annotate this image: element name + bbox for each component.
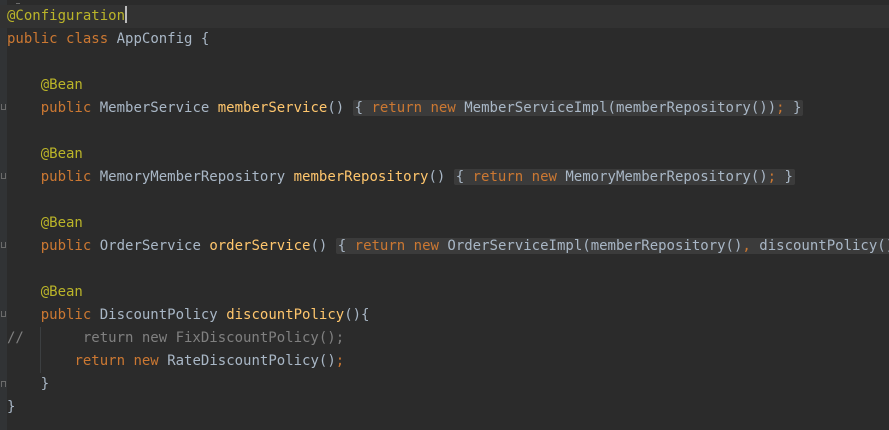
constructor-name: RateDiscountPolicy — [167, 353, 319, 369]
indent-guide — [40, 327, 41, 373]
keyword-return: return — [371, 100, 423, 116]
code-editor[interactable]: @Configuration public class AppConfig { … — [0, 0, 889, 430]
keyword-public: public — [40, 307, 92, 323]
keyword-public: public — [40, 100, 92, 116]
code-line-14[interactable]: public DiscountPolicy discountPolicy(){ — [0, 304, 889, 327]
method-name: orderService — [209, 238, 311, 254]
code-line-11[interactable]: public OrderService orderService() { ret… — [0, 235, 889, 258]
code-line-1[interactable]: @Configuration — [0, 5, 889, 28]
keyword-new: new — [133, 353, 159, 369]
fold-icon[interactable] — [1, 242, 6, 248]
code-line-13[interactable]: @Bean — [0, 281, 889, 304]
method-call: discountPolicy() — [759, 238, 889, 254]
return-type: DiscountPolicy — [99, 307, 218, 323]
keyword-new: new — [430, 100, 456, 116]
fold-icon[interactable] — [1, 381, 6, 387]
fold-icon[interactable] — [1, 173, 6, 179]
constructor-name: MemoryMemberRepository — [565, 169, 751, 185]
folded-method-body[interactable]: { return new MemberServiceImpl(memberRep… — [352, 100, 804, 116]
keyword-public: public — [7, 31, 58, 47]
code-line-18[interactable]: } — [0, 396, 889, 419]
code-line-10[interactable]: @Bean — [0, 212, 889, 235]
code-line-15[interactable]: // return new FixDiscountPolicy(); — [0, 327, 889, 350]
code-line-8[interactable]: public MemoryMemberRepository memberRepo… — [0, 166, 889, 189]
keyword-return: return — [472, 169, 524, 185]
open-brace: { — [192, 31, 210, 47]
keyword-public: public — [40, 238, 92, 254]
close-brace: } — [7, 399, 16, 415]
return-type: OrderService — [99, 238, 201, 254]
keyword-new: new — [413, 238, 439, 254]
bean-annotation: @Bean — [40, 215, 83, 231]
keyword-class: class — [66, 31, 109, 47]
folded-method-body[interactable]: { return new MemoryMemberRepository(); } — [453, 169, 795, 185]
keyword-public: public — [40, 169, 92, 185]
bean-annotation: @Bean — [40, 77, 83, 93]
fold-icon[interactable] — [1, 104, 6, 110]
code-line-16[interactable]: return new RateDiscountPolicy(); — [0, 350, 889, 373]
text-caret — [125, 6, 128, 23]
commented-code: // return new FixDiscountPolicy(); — [7, 330, 345, 346]
constructor-name: OrderServiceImpl — [447, 238, 583, 254]
keyword-return: return — [74, 353, 126, 369]
code-line-17[interactable]: } — [0, 373, 889, 396]
close-brace: } — [40, 376, 50, 392]
fold-end-marker-icon[interactable] — [16, 0, 20, 4]
code-line-5[interactable]: public MemberService memberService() { r… — [0, 97, 889, 120]
keyword-new: new — [531, 169, 557, 185]
bean-annotation: @Bean — [40, 146, 83, 162]
bean-annotation: @Bean — [40, 284, 83, 300]
constructor-name: MemberServiceImpl — [464, 100, 608, 116]
method-name: memberService — [217, 100, 328, 116]
class-name: AppConfig — [116, 31, 193, 47]
code-line-4[interactable]: @Bean — [0, 74, 889, 97]
method-name: memberRepository — [293, 169, 429, 185]
configuration-annotation: @Configuration — [7, 8, 126, 24]
return-type: MemoryMemberRepository — [99, 169, 286, 185]
folded-method-body[interactable]: { return new OrderServiceImpl(memberRepo… — [335, 238, 889, 254]
fold-icon[interactable] — [1, 311, 6, 317]
code-line-2[interactable]: public class AppConfig { — [0, 28, 889, 51]
keyword-return: return — [354, 238, 406, 254]
return-type: MemberService — [99, 100, 210, 116]
method-call: memberRepository() — [615, 100, 768, 116]
code-line-7[interactable]: @Bean — [0, 143, 889, 166]
method-call: memberRepository() — [590, 238, 743, 254]
method-name: discountPolicy — [226, 307, 345, 323]
